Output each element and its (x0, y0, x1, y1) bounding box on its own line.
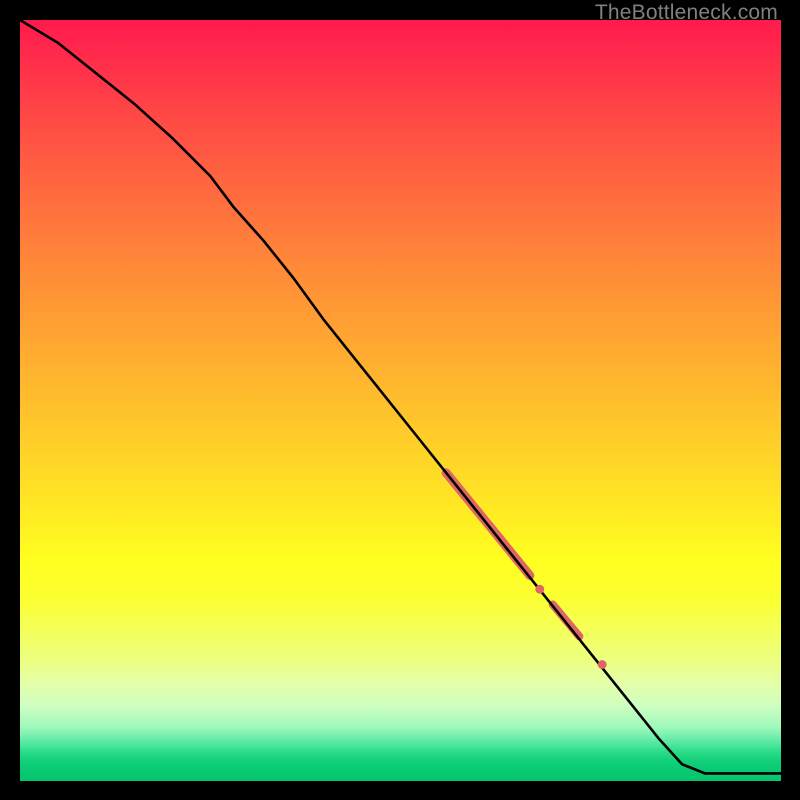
attribution-text: TheBottleneck.com (595, 1, 778, 25)
chart-overlay (20, 20, 781, 781)
highlight-point (536, 585, 544, 593)
plot-area (20, 20, 781, 781)
highlight-point (598, 660, 606, 668)
bottleneck-curve (20, 20, 781, 773)
chart-stage: TheBottleneck.com (0, 0, 800, 800)
